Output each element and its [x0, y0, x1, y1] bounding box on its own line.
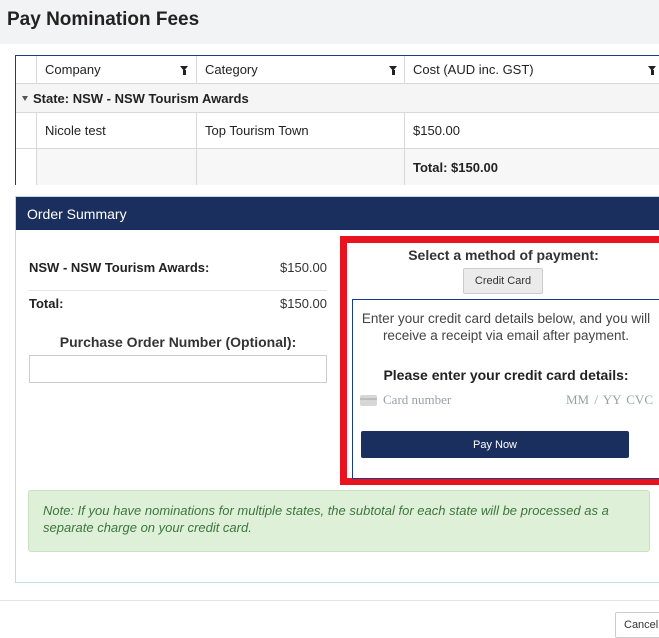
pay-now-button[interactable]: Pay Now [361, 431, 629, 458]
cell-empty [197, 149, 405, 185]
filter-icon[interactable] [180, 66, 189, 75]
cancel-button[interactable]: Cancel [615, 612, 659, 638]
filter-icon[interactable] [648, 66, 657, 75]
summary-divider [29, 290, 327, 291]
multi-state-note: Note: If you have nominations for multip… [28, 490, 650, 552]
cell-cost: $150.00 [413, 123, 460, 138]
summary-line-label: NSW - NSW Tourism Awards: [29, 260, 210, 275]
summary-line-label: Total: [29, 296, 64, 311]
row-spacer [16, 113, 37, 148]
column-header-cost[interactable]: Cost (AUD inc. GST) [405, 56, 659, 83]
total-row: Total: $150.00 [16, 149, 659, 185]
po-number-input[interactable] [29, 355, 327, 383]
order-summary-header: Order Summary [16, 197, 659, 230]
credit-card-button[interactable]: Credit Card [463, 268, 543, 294]
po-number-label: Purchase Order Number (Optional): [59, 334, 297, 350]
filter-icon[interactable] [389, 66, 398, 75]
card-number-input[interactable]: Card number [383, 392, 451, 408]
column-header-category[interactable]: Category [197, 56, 405, 83]
summary-line-amount: $150.00 [280, 296, 327, 311]
group-row[interactable]: State: NSW - NSW Tourism Awards [16, 84, 659, 113]
page-title: Pay Nomination Fees [0, 0, 659, 44]
card-instructions: Enter your credit card details below, an… [361, 311, 651, 343]
column-header-label: Company [45, 62, 101, 77]
cell-empty [37, 149, 197, 185]
order-summary-panel: Order Summary NSW - NSW Tourism Awards: … [15, 196, 659, 583]
column-header-company[interactable]: Company [37, 56, 197, 83]
card-details-prompt: Please enter your credit card details: [383, 367, 629, 383]
column-header-label: Cost (AUD inc. GST) [413, 62, 534, 77]
cell-company: Nicole test [37, 113, 197, 148]
footer-divider [0, 600, 659, 601]
summary-line-total: Total: $150.00 [29, 296, 327, 311]
grid-header: Company Category Cost (AUD inc. GST) [16, 56, 659, 84]
card-expiry-cvc-input[interactable]: MM / YY CVC [566, 392, 653, 408]
row-spacer [16, 149, 37, 185]
payment-highlight-box: Select a method of payment: Credit Card … [340, 236, 659, 485]
group-label: State: NSW - NSW Tourism Awards [33, 90, 249, 106]
credit-card-icon [360, 395, 377, 406]
table-row[interactable]: Nicole test Top Tourism Town $150.00 [16, 113, 659, 149]
credit-card-panel: Enter your credit card details below, an… [352, 299, 659, 479]
column-header-label: Category [205, 62, 258, 77]
summary-line-awards: NSW - NSW Tourism Awards: $150.00 [29, 260, 327, 275]
grid-total: Total: $150.00 [413, 159, 499, 175]
payment-method-title: Select a method of payment: [408, 247, 599, 263]
nominations-grid: Company Category Cost (AUD inc. GST) Sta… [15, 55, 659, 185]
cell-category: Top Tourism Town [197, 113, 405, 148]
summary-line-amount: $150.00 [280, 260, 327, 275]
grid-header-spacer [16, 56, 37, 83]
